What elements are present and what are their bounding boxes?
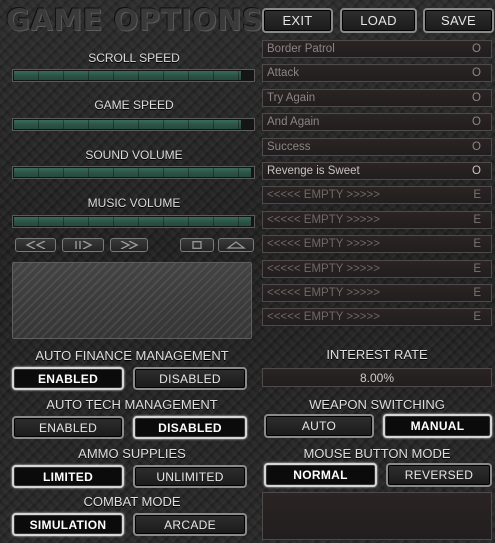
save-slot[interactable]: Success O — [262, 137, 492, 156]
page-title: GAME OPTIONS — [6, 3, 264, 37]
fast-forward-icon — [119, 241, 139, 249]
rewind-button[interactable] — [15, 238, 56, 252]
save-slot[interactable]: Try Again O — [262, 88, 492, 107]
weapon-manual-button[interactable]: MANUAL — [383, 414, 492, 438]
eject-icon — [226, 241, 246, 249]
save-slot[interactable]: <<<<< EMPTY >>>>> E — [262, 210, 492, 229]
save-slot-name: Border Patrol — [267, 43, 335, 55]
save-slot-name: Revenge is Sweet — [267, 165, 360, 177]
save-slot-status: O — [472, 140, 481, 153]
stop-button[interactable] — [180, 238, 214, 252]
save-slot-name: And Again — [267, 116, 320, 129]
game-speed-label: GAME SPEED — [94, 98, 174, 112]
save-slot-name: <<<<< EMPTY >>>>> — [267, 189, 380, 202]
auto-tech-label: AUTO TECH MANAGEMENT — [46, 397, 218, 412]
save-slot-name: <<<<< EMPTY >>>>> — [267, 262, 380, 275]
weapon-switching-label: WEAPON SWITCHING — [309, 397, 445, 412]
music-volume-slider[interactable] — [12, 215, 255, 228]
combat-simulation-button[interactable]: SIMULATION — [12, 513, 124, 536]
save-slot[interactable]: <<<<< EMPTY >>>>> E — [262, 308, 492, 327]
save-slot-status: O — [472, 91, 481, 104]
ammo-unlimited-button[interactable]: UNLIMITED — [133, 465, 247, 488]
auto-finance-disabled-button[interactable]: DISABLED — [133, 367, 247, 390]
combat-arcade-button[interactable]: ARCADE — [133, 513, 247, 536]
fast-forward-button[interactable] — [110, 238, 148, 252]
auto-finance-label: AUTO FINANCE MANAGEMENT — [35, 348, 229, 363]
save-slot-name: <<<<< EMPTY >>>>> — [267, 238, 380, 251]
save-slot-status: O — [472, 67, 481, 80]
weapon-auto-button[interactable]: AUTO — [264, 414, 374, 438]
ammo-limited-button[interactable]: LIMITED — [12, 465, 124, 488]
auto-tech-enabled-button[interactable]: ENABLED — [12, 416, 124, 439]
sound-volume-slider[interactable] — [12, 166, 255, 179]
stop-icon — [191, 241, 203, 249]
save-slot[interactable]: <<<<< EMPTY >>>>> E — [262, 235, 492, 254]
save-slot-status: E — [473, 287, 481, 299]
save-slot[interactable]: <<<<< EMPTY >>>>> E — [262, 284, 492, 302]
save-slot[interactable]: And Again O — [262, 113, 492, 132]
info-panel — [262, 492, 492, 540]
auto-tech-disabled-button[interactable]: DISABLED — [133, 416, 247, 439]
save-slot-name: Attack — [267, 67, 299, 80]
save-slot[interactable]: <<<<< EMPTY >>>>> E — [262, 186, 492, 205]
save-slot-name: <<<<< EMPTY >>>>> — [267, 311, 380, 324]
mouse-reversed-button[interactable]: REVERSED — [386, 463, 492, 487]
play-button[interactable] — [62, 238, 104, 252]
save-slot[interactable]: <<<<< EMPTY >>>>> E — [262, 259, 492, 278]
music-volume-label: MUSIC VOLUME — [87, 196, 181, 210]
save-slot-name: <<<<< EMPTY >>>>> — [267, 287, 380, 299]
game-speed-slider[interactable] — [12, 118, 255, 131]
exit-button[interactable]: EXIT — [262, 8, 333, 33]
combat-mode-label: COMBAT MODE — [83, 494, 181, 509]
mission-preview-panel — [12, 262, 252, 339]
ammo-supplies-label: AMMO SUPPLIES — [78, 446, 186, 461]
rewind-icon — [24, 241, 47, 249]
save-slot-status: O — [472, 43, 481, 55]
save-slot-status: E — [473, 213, 481, 226]
interest-rate-label: INTEREST RATE — [326, 347, 428, 362]
save-slot-status: O — [472, 165, 481, 177]
save-slot[interactable]: Attack O — [262, 64, 492, 83]
save-slot-name: <<<<< EMPTY >>>>> — [267, 213, 380, 226]
save-slot-status: E — [473, 238, 481, 251]
save-button[interactable]: SAVE — [423, 8, 494, 33]
eject-button[interactable] — [218, 238, 254, 252]
load-button[interactable]: LOAD — [340, 8, 417, 33]
save-slot-status: E — [473, 311, 481, 324]
play-icon — [72, 241, 94, 249]
interest-rate-field[interactable]: 8.00% — [262, 368, 492, 387]
sound-volume-label: SOUND VOLUME — [85, 148, 183, 162]
scroll-speed-slider[interactable] — [12, 69, 255, 82]
save-slot-status: E — [473, 189, 481, 202]
auto-finance-enabled-button[interactable]: ENABLED — [12, 367, 124, 390]
save-slot-status: O — [472, 116, 481, 129]
mouse-button-mode-label: MOUSE BUTTON MODE — [303, 446, 451, 461]
mouse-normal-button[interactable]: NORMAL — [264, 463, 377, 487]
save-slot[interactable]: Revenge is Sweet O — [262, 162, 492, 180]
save-slot-name: Try Again — [267, 91, 316, 104]
save-slot-status: E — [473, 262, 481, 275]
save-slot-name: Success — [267, 140, 311, 153]
save-slot[interactable]: Border Patrol O — [262, 40, 492, 58]
scroll-speed-label: SCROLL SPEED — [88, 51, 180, 65]
